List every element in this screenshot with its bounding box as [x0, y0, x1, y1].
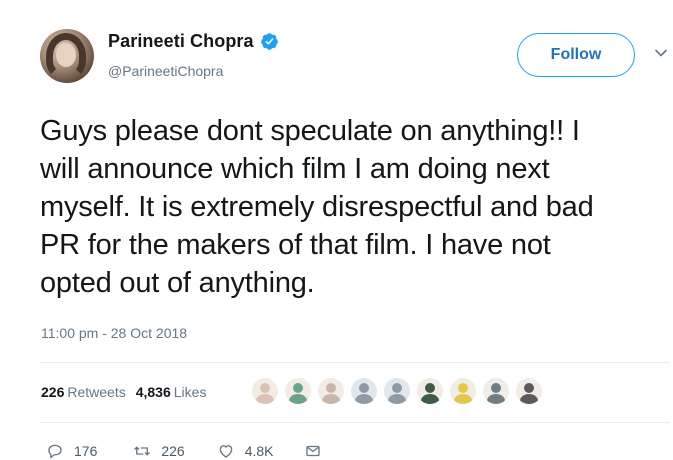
avatar-head	[359, 383, 369, 393]
retweets-stat[interactable]: 226 Retweets	[41, 384, 126, 400]
envelope-icon	[305, 445, 320, 457]
avatar-head	[293, 383, 303, 393]
like-button[interactable]: 4.8K	[217, 442, 274, 460]
avatar-body	[388, 394, 406, 404]
avatar-icon[interactable]	[417, 378, 443, 404]
tweet-card: Parineeti Chopra @ParineetiChopra Follow…	[0, 0, 673, 460]
avatar-face	[56, 43, 76, 67]
retweets-label: Retweets	[67, 384, 126, 400]
default-avatar-icon[interactable]	[351, 378, 377, 404]
avatar-body	[256, 394, 274, 404]
likes-count: 4,836	[135, 384, 171, 400]
avatar-icon[interactable]	[483, 378, 509, 404]
avatar-body	[454, 394, 472, 404]
retweets-count: 226	[41, 384, 65, 400]
retweet-icon	[134, 446, 151, 456]
reply-icon	[48, 444, 62, 459]
chevron-down-icon[interactable]	[654, 46, 668, 60]
divider	[40, 362, 670, 363]
tweet-timestamp[interactable]: 11:00 pm - 28 Oct 2018	[41, 325, 187, 341]
retweet-count: 226	[161, 443, 185, 459]
follow-button[interactable]: Follow	[517, 33, 635, 77]
avatar-icon[interactable]	[252, 378, 278, 404]
avatar-head	[491, 383, 501, 393]
likers-avatar-list	[252, 378, 549, 404]
tweet-text-line: opted out of anything.	[40, 267, 315, 299]
likes-label: Likes	[173, 384, 207, 400]
tweet-text: Guys please dont speculate on anything!!…	[40, 112, 660, 302]
avatar-body	[520, 394, 538, 404]
tweet-text-line: PR for the makers of that film. I have n…	[40, 229, 551, 261]
author-display-name[interactable]: Parineeti Chopra	[108, 31, 254, 52]
avatar-icon[interactable]	[450, 378, 476, 404]
likes-stat[interactable]: 4,836 Likes	[136, 384, 207, 400]
avatar-head	[425, 383, 435, 393]
author-name-row: Parineeti Chopra	[108, 31, 279, 52]
avatar-icon[interactable]	[318, 378, 344, 404]
avatar-body	[487, 394, 505, 404]
avatar-icon[interactable]	[285, 378, 311, 404]
avatar-head	[458, 383, 468, 393]
avatar-body	[355, 394, 373, 404]
reply-button[interactable]: 176	[46, 442, 97, 460]
tweet-actions: 176 226 4.8K	[46, 442, 322, 460]
avatar-body	[322, 394, 340, 404]
retweet-button[interactable]: 226	[133, 442, 185, 460]
like-count: 4.8K	[244, 443, 274, 459]
avatar-head	[326, 383, 336, 393]
avatar-head	[392, 383, 402, 393]
tweet-text-line: will announce which film I am doing next	[40, 153, 550, 185]
author-avatar[interactable]	[40, 29, 94, 83]
verified-badge-icon	[260, 33, 278, 50]
avatar-body	[421, 394, 439, 404]
default-avatar-icon[interactable]	[384, 378, 410, 404]
divider	[40, 422, 670, 423]
tweet-text-line: myself. It is extremely disrespectful an…	[40, 191, 594, 223]
tweet-text-line: Guys please dont speculate on anything!!…	[40, 115, 580, 147]
avatar-head	[260, 383, 270, 393]
heart-icon	[219, 445, 233, 458]
avatar-icon[interactable]	[516, 378, 542, 404]
reply-count: 176	[74, 443, 98, 459]
direct-message-button[interactable]	[304, 442, 322, 460]
author-handle[interactable]: @ParineetiChopra	[108, 63, 223, 79]
avatar-head	[524, 383, 534, 393]
avatar-body	[289, 394, 307, 404]
tweet-stats: 226 Retweets 4,836 Likes	[41, 384, 216, 400]
